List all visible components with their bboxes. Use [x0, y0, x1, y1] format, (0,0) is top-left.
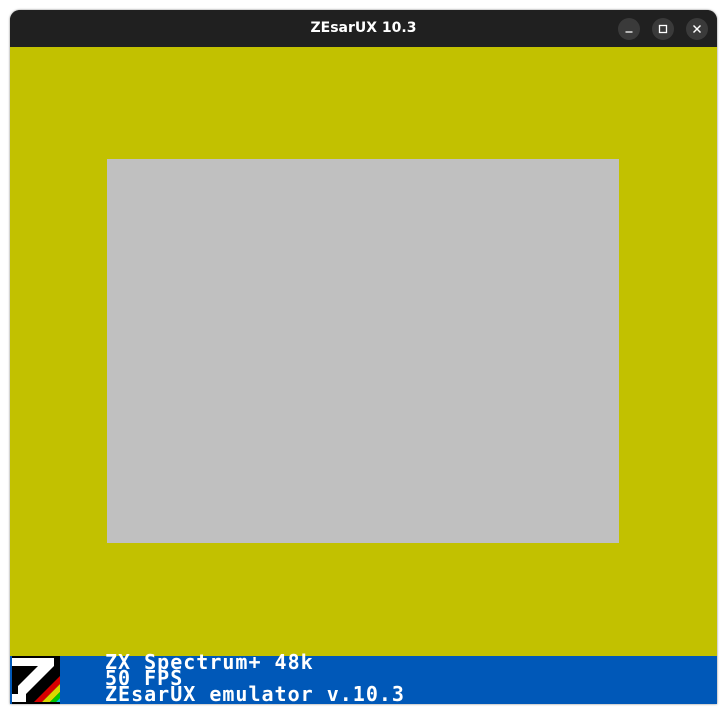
- emulator-window: ZEsarUX 10.3 ZX Spectrum+ 48k 50 FPS ZEs…: [10, 10, 717, 704]
- status-text: ZX Spectrum+ 48k 50 FPS ZEsarUX emulator…: [105, 652, 405, 704]
- minimize-button[interactable]: [618, 18, 640, 40]
- window-title: ZEsarUX 10.3: [310, 20, 417, 36]
- close-icon: [693, 25, 701, 33]
- spectrum-screen-border[interactable]: [10, 47, 717, 656]
- maximize-button[interactable]: [652, 18, 674, 40]
- close-button[interactable]: [686, 18, 708, 40]
- maximize-icon: [658, 24, 668, 34]
- spectrum-paper-area[interactable]: [107, 159, 619, 543]
- emulator-status-footer: ZX Spectrum+ 48k 50 FPS ZEsarUX emulator…: [10, 652, 717, 704]
- title-bar[interactable]: ZEsarUX 10.3: [10, 10, 717, 47]
- zesarux-logo-icon: [12, 656, 60, 704]
- minimize-icon: [625, 31, 633, 33]
- emulator-version-label: ZEsarUX emulator v.10.3: [105, 682, 405, 704]
